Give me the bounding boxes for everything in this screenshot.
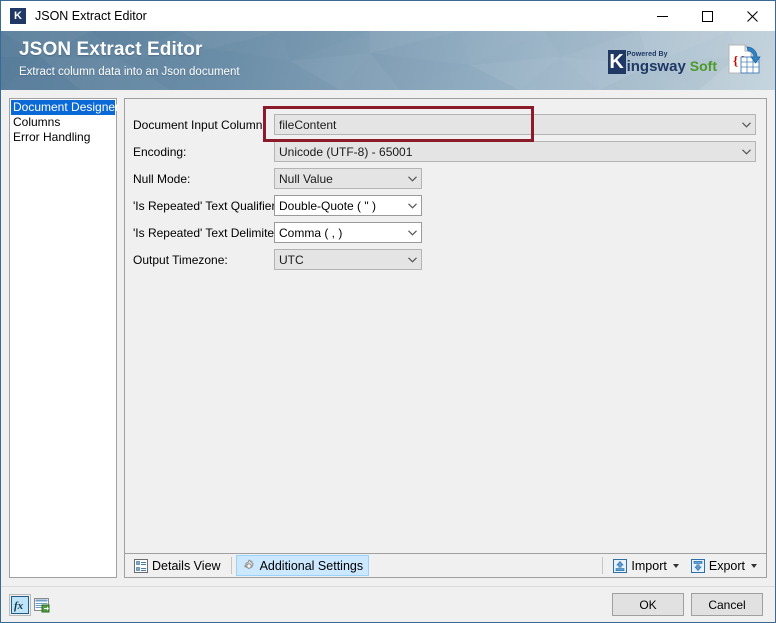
toolbar-separator	[230, 557, 232, 574]
sidebar-item-document-designer[interactable]: Document Designer	[11, 100, 119, 115]
encoding-value: Unicode (UTF-8) - 65001	[279, 144, 413, 159]
banner-title: JSON Extract Editor	[19, 39, 203, 60]
chevron-down-icon[interactable]	[404, 175, 421, 182]
import-arrow-icon	[613, 558, 628, 573]
banner-subtitle: Extract column data into an Json documen…	[19, 66, 240, 78]
label-text-delimiter: 'Is Repeated' Text Delimiter:	[133, 225, 282, 240]
text-qualifier-combo[interactable]: Double-Quote ( " )	[274, 195, 422, 216]
additional-settings-label: Additional Settings	[259, 558, 364, 573]
panel-toolbar: Details View Additional Settings Import …	[124, 553, 767, 578]
gear-icon	[244, 559, 254, 569]
export-button[interactable]: Export	[685, 555, 763, 576]
row-encoding: Encoding: Unicode (UTF-8) - 65001	[133, 138, 756, 165]
ok-button[interactable]: OK	[612, 593, 684, 616]
title-bar: K JSON Extract Editor	[1, 1, 775, 31]
text-delimiter-combo[interactable]: Comma ( , )	[274, 222, 422, 243]
document-input-column-combo[interactable]: fileContent	[274, 114, 756, 135]
cancel-button[interactable]: Cancel	[691, 593, 763, 616]
row-text-qualifier: 'Is Repeated' Text Qualifier: Double-Quo…	[133, 192, 756, 219]
chevron-down-icon[interactable]	[738, 121, 755, 128]
encoding-combo[interactable]: Unicode (UTF-8) - 65001	[274, 141, 756, 162]
export-arrow-icon	[690, 558, 705, 573]
json-extract-editor-window: K JSON Extract Editor JSON Extract Edito…	[0, 0, 776, 623]
app-icon: K	[10, 8, 26, 24]
chevron-down-icon[interactable]	[751, 563, 757, 568]
banner-logos: K Powered By ingsway Soft { }	[607, 43, 761, 75]
toolbar-separator-right	[602, 557, 604, 574]
import-label: Import	[631, 558, 667, 573]
maximize-icon[interactable]	[685, 1, 730, 31]
kingswaysoft-logo: K Powered By ingsway Soft	[607, 44, 717, 75]
chevron-down-icon[interactable]	[404, 202, 421, 209]
sidebar-item-columns[interactable]: Columns	[11, 115, 115, 130]
minimize-icon[interactable]	[640, 1, 685, 31]
document-input-column-value: fileContent	[279, 117, 337, 132]
dialog-body: Document Designer Columns Error Handling…	[1, 90, 775, 586]
output-timezone-value: UTC	[279, 252, 304, 267]
label-text-qualifier: 'Is Repeated' Text Qualifier:	[133, 198, 279, 213]
settings-pane: Document Input Column: fileContent Encod	[124, 98, 767, 578]
expression-editor-button[interactable]: fx	[9, 593, 31, 616]
svg-text:fx: fx	[14, 600, 24, 612]
row-output-timezone: Output Timezone: UTC	[133, 246, 756, 273]
dialog-footer: fx OK Cancel	[1, 586, 775, 622]
text-delimiter-value: Comma ( , )	[279, 225, 343, 240]
close-icon[interactable]	[730, 1, 775, 31]
json-document-icon: { }	[728, 43, 761, 74]
banner-text-block: JSON Extract Editor Extract column data …	[19, 38, 240, 80]
export-label: Export	[708, 558, 745, 573]
document-designer-panel: Document Input Column: fileContent Encod	[124, 98, 767, 553]
grid-variables-icon	[34, 597, 50, 612]
null-mode-combo[interactable]: Null Value	[274, 168, 422, 189]
chevron-down-icon[interactable]	[738, 148, 755, 155]
label-encoding: Encoding:	[133, 144, 187, 159]
label-document-input-column: Document Input Column:	[133, 117, 266, 132]
soft-word: Soft	[689, 58, 717, 74]
header-banner: JSON Extract Editor Extract column data …	[1, 31, 775, 90]
chevron-down-icon[interactable]	[672, 563, 679, 568]
window-controls	[640, 1, 775, 31]
row-text-delimiter: 'Is Repeated' Text Delimiter: Comma ( , …	[133, 219, 756, 246]
chevron-down-icon[interactable]	[404, 256, 421, 263]
window-title: JSON Extract Editor	[35, 9, 147, 23]
output-timezone-combo[interactable]: UTC	[274, 249, 422, 270]
text-qualifier-value: Double-Quote ( " )	[279, 198, 376, 213]
details-view-label: Details View	[152, 558, 221, 573]
fx-expression-icon: fx	[11, 595, 29, 614]
kingsway-k-letter: K	[607, 50, 626, 74]
kingsway-word: ingsway	[626, 58, 686, 75]
null-mode-value: Null Value	[279, 171, 333, 186]
label-null-mode: Null Mode:	[133, 171, 191, 186]
row-null-mode: Null Mode: Null Value	[133, 165, 756, 192]
details-view-button[interactable]: Details View	[128, 555, 227, 576]
label-output-timezone: Output Timezone:	[133, 252, 228, 267]
details-list-icon	[134, 558, 148, 573]
page-navigation-list[interactable]: Document Designer Columns Error Handling	[9, 98, 119, 578]
row-document-input-column: Document Input Column: fileContent	[133, 106, 756, 142]
import-button[interactable]: Import	[607, 555, 684, 576]
additional-settings-button[interactable]: Additional Settings	[235, 555, 370, 576]
chevron-down-icon[interactable]	[404, 229, 421, 236]
sidebar-item-error-handling[interactable]: Error Handling	[11, 130, 115, 145]
variables-button[interactable]	[31, 594, 53, 616]
